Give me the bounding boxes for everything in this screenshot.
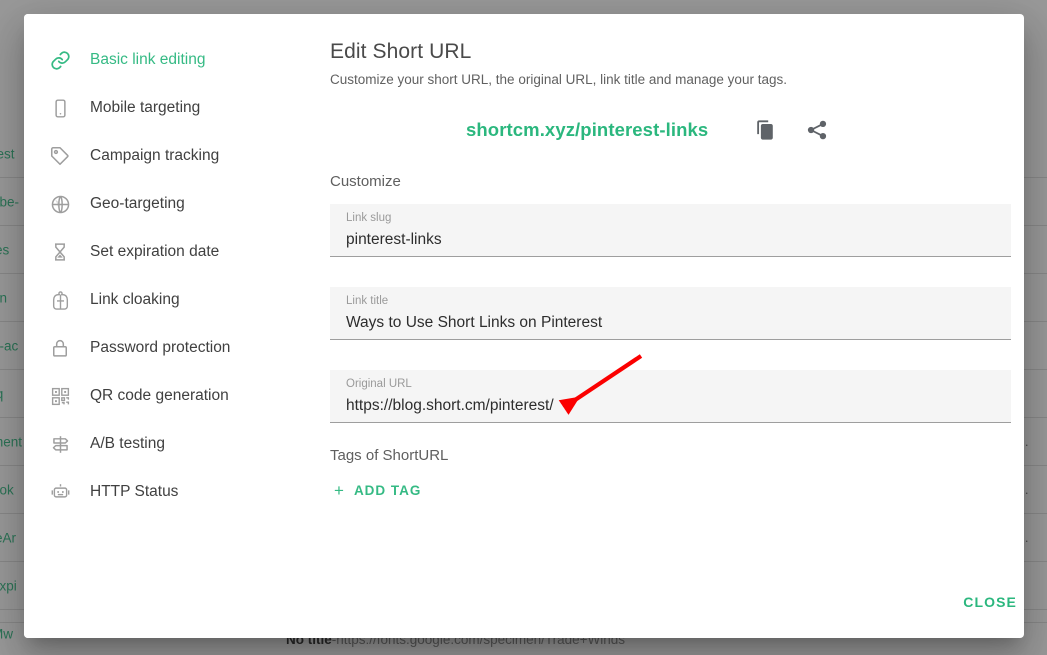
- sidebar-item-campaign-tracking[interactable]: Campaign tracking: [24, 132, 302, 180]
- qrcode-icon: [46, 382, 74, 410]
- dialog-content: Edit Short URL Customize your short URL,…: [302, 14, 1024, 638]
- sidebar-item-label: A/B testing: [90, 435, 165, 452]
- edit-short-url-dialog: Basic link editing Mobile targeting Camp…: [24, 14, 1024, 638]
- short-url-row: shortcm.xyz/pinterest-links: [330, 117, 1011, 143]
- sidebar-item-geo-targeting[interactable]: Geo-targeting: [24, 180, 302, 228]
- sidebar-item-password-protection[interactable]: Password protection: [24, 324, 302, 372]
- link-title-value: Ways to Use Short Links on Pinterest: [346, 314, 603, 331]
- customize-section-label: Customize: [330, 173, 401, 190]
- original-url-label: Original URL: [346, 378, 412, 390]
- signpost-icon: [46, 430, 74, 458]
- sidebar-item-basic-link-editing[interactable]: Basic link editing: [24, 36, 302, 84]
- link-slug-value: pinterest-links: [346, 231, 442, 248]
- link-title-input[interactable]: Link title Ways to Use Short Links on Pi…: [330, 287, 1011, 340]
- tags-section-label: Tags of ShortURL: [330, 447, 449, 464]
- mask-icon: [46, 286, 74, 314]
- plus-icon: +: [334, 481, 345, 500]
- sidebar-item-label: HTTP Status: [90, 483, 179, 500]
- copy-icon[interactable]: [752, 117, 778, 143]
- sidebar-item-link-cloaking[interactable]: Link cloaking: [24, 276, 302, 324]
- page-title: Edit Short URL: [330, 40, 472, 63]
- link-slug-input[interactable]: Link slug pinterest-links: [330, 204, 1011, 257]
- sidebar-item-set-expiration-date[interactable]: Set expiration date: [24, 228, 302, 276]
- robot-icon: [46, 478, 74, 506]
- sidebar-item-label: Basic link editing: [90, 51, 206, 68]
- add-tag-button[interactable]: + ADD TAG: [330, 476, 429, 505]
- share-icon[interactable]: [804, 117, 830, 143]
- sidebar-item-label: Set expiration date: [90, 243, 220, 260]
- dialog-sidebar: Basic link editing Mobile targeting Camp…: [24, 14, 302, 638]
- close-button[interactable]: CLOSE: [953, 586, 1024, 618]
- original-url-value: https://blog.short.cm/pinterest/: [346, 397, 554, 414]
- sidebar-item-label: Geo-targeting: [90, 195, 185, 212]
- sidebar-item-label: Password protection: [90, 339, 231, 356]
- sidebar-item-label: QR code generation: [90, 387, 229, 404]
- sidebar-item-mobile-targeting[interactable]: Mobile targeting: [24, 84, 302, 132]
- link-slug-label: Link slug: [346, 212, 392, 224]
- sidebar-item-ab-testing[interactable]: A/B testing: [24, 420, 302, 468]
- sidebar-item-label: Link cloaking: [90, 291, 180, 308]
- page-subtitle: Customize your short URL, the original U…: [330, 72, 787, 87]
- mobile-icon: [46, 94, 74, 122]
- sidebar-item-label: Mobile targeting: [90, 99, 201, 116]
- globe-icon: [46, 190, 74, 218]
- original-url-input[interactable]: Original URL https://blog.short.cm/pinte…: [330, 370, 1011, 423]
- sidebar-item-label: Campaign tracking: [90, 147, 220, 164]
- link-icon: [46, 46, 74, 74]
- tag-icon: [46, 142, 74, 170]
- short-url-link[interactable]: shortcm.xyz/pinterest-links: [466, 119, 708, 141]
- sidebar-item-qr-code-generation[interactable]: QR code generation: [24, 372, 302, 420]
- hourglass-icon: [46, 238, 74, 266]
- sidebar-item-http-status[interactable]: HTTP Status: [24, 468, 302, 516]
- add-tag-label: ADD TAG: [353, 483, 422, 498]
- link-title-label: Link title: [346, 295, 389, 307]
- lock-icon: [46, 334, 74, 362]
